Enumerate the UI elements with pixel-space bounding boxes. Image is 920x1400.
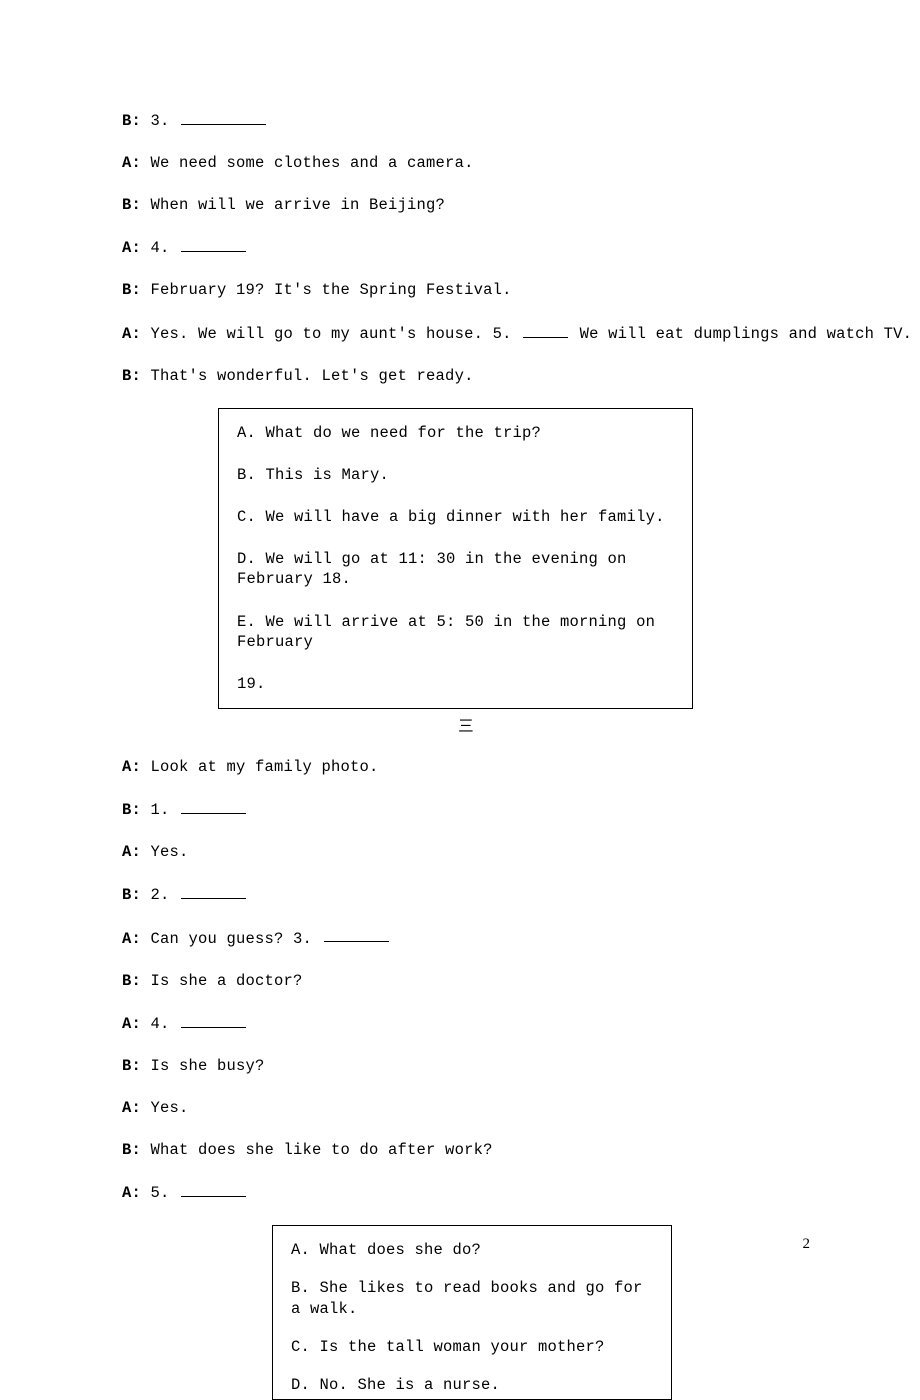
speaker-b: B: [122, 112, 151, 130]
dialog-text: Can you guess? 3. [151, 929, 322, 947]
speaker-b: B: [122, 281, 151, 299]
blank-number: 5. [151, 1184, 180, 1202]
dialog3-line-b4: B: Is she busy? [122, 1056, 810, 1076]
dialog-text: Look at my family photo. [151, 758, 379, 776]
dialog-text: We will eat dumplings and watch TV. [570, 325, 912, 343]
speaker-a: A: [122, 154, 151, 172]
choice-box-2: A. What do we need for the trip? B. This… [218, 408, 693, 709]
speaker-b: B: [122, 886, 151, 904]
choice-option-b: B. She likes to read books and go for a … [291, 1278, 653, 1318]
dialog2-line-b6: B: That's wonderful. Let's get ready. [122, 366, 810, 386]
blank-number: 4. [151, 239, 180, 257]
fill-blank[interactable] [181, 799, 246, 814]
fill-blank[interactable] [181, 1182, 246, 1197]
fill-blank[interactable] [181, 237, 246, 252]
choice-option-c: C. We will have a big dinner with her fa… [237, 507, 674, 527]
dialog-text: Yes. [151, 1099, 189, 1117]
speaker-a: A: [122, 1099, 151, 1117]
choice-option-a: A. What do we need for the trip? [237, 423, 674, 443]
page: B: 3. A: We need some clothes and a came… [0, 0, 920, 1302]
choice-option-b: B. This is Mary. [237, 465, 674, 485]
choice-option-d: D. We will go at 11: 30 in the evening o… [237, 549, 674, 589]
dialog3-line-a1: A: Look at my family photo. [122, 757, 810, 777]
dialog3-line-b2: B: 2. [122, 884, 810, 905]
blank-number: 3. [151, 112, 180, 130]
speaker-b: B: [122, 972, 151, 990]
dialog3-line-a4: A: 4. [122, 1013, 810, 1034]
dialog2-line-a5: A: Yes. We will go to my aunt's house. 5… [122, 323, 810, 344]
dialog2-line-a4: A: 4. [122, 237, 810, 258]
dialog3-line-a5: A: Yes. [122, 1098, 810, 1118]
speaker-a: A: [122, 929, 151, 947]
dialog-text: Yes. We will go to my aunt's house. 5. [151, 325, 522, 343]
blank-number: 2. [151, 886, 180, 904]
speaker-b: B: [122, 1141, 151, 1159]
speaker-a: A: [122, 1184, 151, 1202]
fill-blank[interactable] [324, 928, 389, 943]
section-3-heading: 三 [122, 717, 810, 737]
dialog-text: Is she a doctor? [151, 972, 303, 990]
dialog2-line-b4: B: When will we arrive in Beijing? [122, 195, 810, 215]
choice-option-d: D. No. She is a nurse. [291, 1375, 653, 1395]
dialog3-line-a2: A: Yes. [122, 842, 810, 862]
dialog2-line-a3: A: We need some clothes and a camera. [122, 153, 810, 173]
dialog-text: Yes. [151, 843, 189, 861]
speaker-b: B: [122, 196, 151, 214]
speaker-b: B: [122, 801, 151, 819]
choice-option-c: C. Is the tall woman your mother? [291, 1337, 653, 1357]
dialog3-line-b3: B: Is she a doctor? [122, 971, 810, 991]
dialog3-line-b5: B: What does she like to do after work? [122, 1140, 810, 1160]
speaker-a: A: [122, 843, 151, 861]
choice-option-a: A. What does she do? [291, 1240, 653, 1260]
dialog-text: That's wonderful. Let's get ready. [151, 367, 474, 385]
dialog-text: What does she like to do after work? [151, 1141, 493, 1159]
speaker-a: A: [122, 239, 151, 257]
dialog-text: Is she busy? [151, 1057, 265, 1075]
choice-box-3: A. What does she do? B. She likes to rea… [272, 1225, 672, 1400]
choice-option-e-cont: 19. [237, 674, 674, 694]
dialog-text: February 19? It's the Spring Festival. [151, 281, 512, 299]
blank-number: 1. [151, 801, 180, 819]
page-number: 2 [803, 1235, 811, 1255]
speaker-a: A: [122, 1015, 151, 1033]
speaker-b: B: [122, 1057, 151, 1075]
fill-blank[interactable] [181, 1013, 246, 1028]
fill-blank[interactable] [523, 323, 568, 338]
speaker-a: A: [122, 758, 151, 776]
choice-option-e: E. We will arrive at 5: 50 in the mornin… [237, 612, 674, 652]
dialog2-line-b3: B: 3. [122, 110, 810, 131]
dialog-text: We need some clothes and a camera. [151, 154, 474, 172]
dialog2-line-b5: B: February 19? It's the Spring Festival… [122, 280, 810, 300]
dialog-text: When will we arrive in Beijing? [151, 196, 446, 214]
speaker-b: B: [122, 367, 151, 385]
dialog3-line-a3: A: Can you guess? 3. [122, 928, 810, 949]
dialog3-line-b1: B: 1. [122, 799, 810, 820]
dialog3-line-a6: A: 5. [122, 1182, 810, 1203]
speaker-a: A: [122, 325, 151, 343]
blank-number: 4. [151, 1015, 180, 1033]
fill-blank[interactable] [181, 884, 246, 899]
fill-blank[interactable] [181, 110, 266, 125]
